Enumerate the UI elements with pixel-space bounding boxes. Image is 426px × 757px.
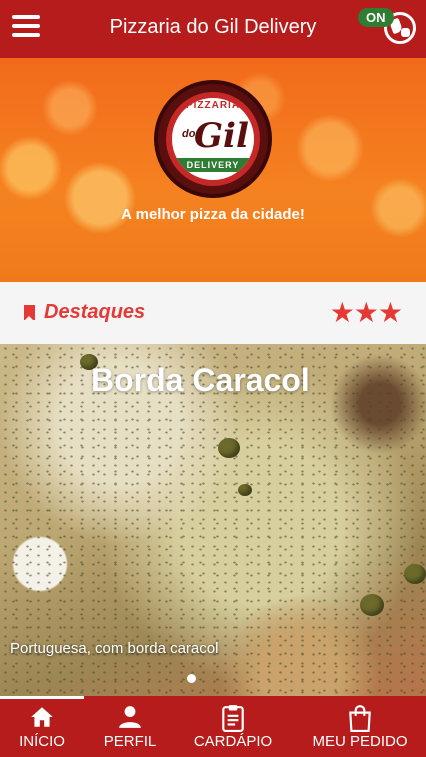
slide-caption: Portuguesa, com borda caracol <box>10 640 219 657</box>
app-header: Pizzaria do Gil Delivery ON <box>0 0 426 58</box>
star-rating: ★★★ <box>329 297 403 328</box>
pizzaria-logo: PIZZARIA Gil do DELIVERY <box>154 80 272 198</box>
shopping-bag-icon <box>349 705 371 732</box>
bookmark-icon <box>24 305 35 321</box>
home-icon <box>31 707 53 727</box>
nav-cardapio-label: CARDÁPIO <box>193 733 273 750</box>
profile-icon <box>119 706 141 728</box>
nav-inicio-label: INÍCIO <box>19 733 65 750</box>
featured-slide[interactable]: Borda Caracol Portuguesa, com borda cara… <box>0 344 426 696</box>
online-status-badge: ON <box>358 8 394 27</box>
nav-inicio[interactable]: INÍCIO <box>0 696 84 757</box>
nav-perfil[interactable]: PERFIL <box>88 696 172 757</box>
nav-meu-pedido-label: MEU PEDIDO <box>312 733 408 750</box>
tagline: A melhor pizza da cidade! <box>121 206 305 223</box>
bottom-navigation: INÍCIO PERFIL CARDÁPIO MEU PEDIDO <box>0 696 426 757</box>
menu-clipboard-icon <box>222 705 244 732</box>
logo-name-text: Gil <box>194 116 249 156</box>
carousel-dot-active[interactable] <box>187 674 196 683</box>
featured-title: Destaques <box>44 301 146 323</box>
nav-cardapio[interactable]: CARDÁPIO <box>182 696 284 757</box>
logo-do-text: do <box>182 128 196 140</box>
featured-header: Destaques ★★★ <box>0 282 426 344</box>
store-status[interactable]: ON <box>358 4 418 48</box>
slide-title: Borda Caracol <box>91 362 310 398</box>
nav-perfil-label: PERFIL <box>103 733 157 750</box>
logo-top-text: PIZZARIA <box>185 100 241 111</box>
nav-meu-pedido[interactable]: MEU PEDIDO <box>304 696 416 757</box>
logo-bottom-text: DELIVERY <box>186 160 240 170</box>
hero-banner: PIZZARIA Gil do DELIVERY A melhor pizza … <box>0 58 426 282</box>
